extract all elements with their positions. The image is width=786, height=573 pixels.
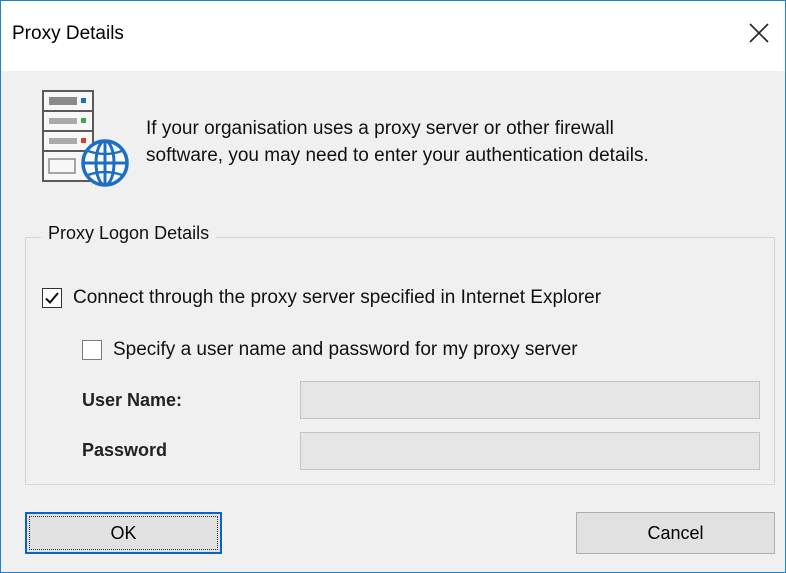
cancel-button-label: Cancel bbox=[647, 522, 704, 543]
checkmark-icon bbox=[45, 292, 59, 304]
use-ie-proxy-checkbox-row[interactable]: Connect through the proxy server specifi… bbox=[42, 287, 601, 309]
specify-credentials-checkbox[interactable] bbox=[82, 340, 102, 360]
close-button[interactable] bbox=[739, 13, 779, 53]
ok-button-label: OK bbox=[110, 522, 137, 543]
username-label: User Name: bbox=[82, 390, 183, 410]
proxy-details-dialog: Proxy Details If your organisation uses … bbox=[0, 0, 786, 573]
use-ie-proxy-checkbox[interactable] bbox=[42, 288, 62, 308]
cancel-button[interactable]: Cancel bbox=[576, 512, 775, 554]
dialog-body: If your organisation uses a proxy server… bbox=[1, 71, 785, 572]
intro-message: If your organisation uses a proxy server… bbox=[146, 115, 766, 169]
use-ie-proxy-label: Connect through the proxy server specifi… bbox=[73, 287, 602, 308]
intro-message-line: If your organisation uses a proxy server… bbox=[146, 118, 614, 139]
ok-button[interactable]: OK bbox=[25, 512, 222, 554]
specify-credentials-label: Specify a user name and password for my … bbox=[113, 339, 578, 360]
intro-message-line: software, you may need to enter your aut… bbox=[146, 145, 649, 166]
groupbox-legend: Proxy Logon Details bbox=[41, 223, 217, 244]
username-field[interactable] bbox=[300, 381, 760, 419]
title-bar: Proxy Details bbox=[1, 1, 785, 71]
password-field[interactable] bbox=[300, 432, 760, 470]
dialog-title: Proxy Details bbox=[12, 23, 124, 44]
password-label: Password bbox=[82, 440, 168, 460]
close-icon bbox=[749, 23, 769, 43]
specify-credentials-checkbox-row[interactable]: Specify a user name and password for my … bbox=[82, 339, 578, 361]
server-globe-icon bbox=[42, 90, 129, 187]
